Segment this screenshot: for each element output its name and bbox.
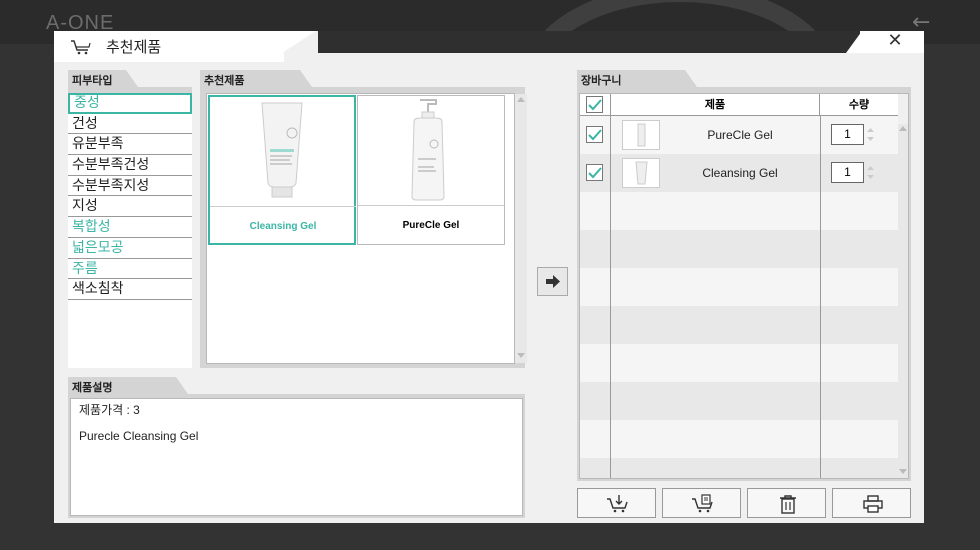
cart-download-icon xyxy=(607,495,628,513)
cart-item-name: PureCle Gel xyxy=(707,128,773,142)
skin-type-panel: 중성 건성 유분부족 수분부족건성 수분부족지성 지성 복합성 넓은모공 주름 … xyxy=(68,87,192,368)
skin-item-3[interactable]: 수분부족건성 xyxy=(68,155,192,176)
print-button[interactable] xyxy=(832,488,911,518)
row-checkbox[interactable] xyxy=(586,126,603,143)
cart-panel: 제품 수량 PureCle Gel 1 Cleansing Gel 1 xyxy=(577,87,911,481)
product-name: Cleansing Gel xyxy=(249,221,317,232)
tube-thumbnail xyxy=(622,158,660,188)
skin-item-1[interactable]: 건성 xyxy=(68,114,192,135)
skin-item-label: 색소침착 xyxy=(72,281,124,298)
empty-row xyxy=(580,382,898,420)
product-card-0[interactable]: Cleansing Gel xyxy=(208,95,356,245)
empty-row xyxy=(580,420,898,458)
skin-type-list: 중성 건성 유분부족 수분부족건성 수분부족지성 지성 복합성 넓은모공 주름 … xyxy=(68,93,192,300)
skin-item-label: 유분부족 xyxy=(72,136,124,153)
products-scrollbar[interactable] xyxy=(515,94,527,363)
product-description: Purecle Cleansing Gel xyxy=(79,429,199,443)
checkmark-icon xyxy=(588,99,602,111)
scroll-up-icon[interactable] xyxy=(517,97,525,102)
close-button[interactable]: ✕ xyxy=(884,31,906,51)
cart-tab: 장바구니 xyxy=(577,70,685,87)
skin-item-label: 주름 xyxy=(72,260,98,277)
pump-bottle-thumbnail xyxy=(622,120,660,150)
checkmark-icon xyxy=(588,129,602,141)
cart-tab-label: 장바구니 xyxy=(581,74,622,87)
pump-bottle-icon xyxy=(358,96,504,206)
skin-type-tab-label: 피부타입 xyxy=(72,74,113,87)
empty-row xyxy=(580,192,898,230)
cart-row[interactable]: Cleansing Gel 1 xyxy=(580,154,898,192)
empty-row xyxy=(580,230,898,268)
add-to-cart-button[interactable] xyxy=(537,267,568,296)
skin-item-9[interactable]: 색소침착 xyxy=(68,279,192,300)
scroll-down-icon[interactable] xyxy=(899,469,907,474)
product-name: PureCle Gel xyxy=(402,220,460,231)
scroll-down-icon[interactable] xyxy=(517,353,525,358)
quantity-input[interactable]: 1 xyxy=(831,162,864,183)
cart-icon xyxy=(70,39,92,59)
cart-table: 제품 수량 PureCle Gel 1 Cleansing Gel 1 xyxy=(579,93,909,479)
cart-download-button[interactable] xyxy=(577,488,656,518)
skin-item-label: 지성 xyxy=(72,198,98,215)
quantity-input[interactable]: 1 xyxy=(831,124,864,145)
delete-button[interactable] xyxy=(747,488,826,518)
scroll-up-icon[interactable] xyxy=(899,126,907,131)
cart-document-button[interactable] xyxy=(662,488,741,518)
skin-item-7[interactable]: 넓은모공 xyxy=(68,238,192,259)
products-panel: Cleansing Gel PureCle Gel xyxy=(200,87,527,368)
cart-row[interactable]: PureCle Gel 1 xyxy=(580,116,898,154)
cart-document-icon xyxy=(692,494,713,513)
column-header-qty: 수량 xyxy=(848,98,870,111)
dialog-title: 추천제품 xyxy=(106,38,162,56)
skin-item-label: 수분부족지성 xyxy=(72,177,150,194)
skin-item-label: 수분부족건성 xyxy=(72,157,150,174)
products-tab-label: 추천제품 xyxy=(204,74,245,87)
quantity-spinner[interactable] xyxy=(865,124,876,145)
product-price: 제품가격 : 3 xyxy=(79,403,140,417)
printer-icon xyxy=(863,495,883,513)
trash-icon xyxy=(780,495,796,514)
quantity-spinner[interactable] xyxy=(865,162,876,183)
skin-item-label: 넓은모공 xyxy=(72,239,124,256)
empty-row xyxy=(580,458,898,478)
description-tab: 제품설명 xyxy=(68,377,176,394)
select-all-checkbox[interactable] xyxy=(586,96,603,113)
skin-type-tab: 피부타입 xyxy=(68,70,126,87)
product-card-1[interactable]: PureCle Gel xyxy=(357,95,505,245)
products-tab: 추천제품 xyxy=(200,70,300,87)
skin-item-4[interactable]: 수분부족지성 xyxy=(68,176,192,197)
empty-row xyxy=(580,306,898,344)
checkmark-icon xyxy=(588,167,602,179)
arrow-right-icon xyxy=(546,275,560,288)
skin-item-5[interactable]: 지성 xyxy=(68,196,192,218)
skin-item-6[interactable]: 복합성 xyxy=(68,217,192,238)
cart-scrollbar[interactable] xyxy=(898,124,908,478)
skin-item-label: 중성 xyxy=(74,95,100,111)
empty-row xyxy=(580,268,898,306)
description-panel: 제품가격 : 3 Purecle Cleansing Gel xyxy=(68,394,525,518)
recommend-dialog: 추천제품 ✕ 피부타입 중성 건성 유분부족 수분부족건성 수분부족지성 지성 … xyxy=(54,31,924,523)
column-header-product: 제품 xyxy=(610,94,820,116)
skin-item-8[interactable]: 주름 xyxy=(68,259,192,280)
skin-item-0[interactable]: 중성 xyxy=(68,93,192,114)
skin-item-2[interactable]: 유분부족 xyxy=(68,134,192,156)
dialog-titlebar: 추천제품 ✕ xyxy=(54,31,924,62)
cart-header: 제품 수량 xyxy=(580,94,898,116)
cart-item-name: Cleansing Gel xyxy=(702,166,778,180)
skin-item-label: 건성 xyxy=(72,115,98,132)
empty-row xyxy=(580,344,898,382)
skin-item-label: 복합성 xyxy=(72,219,111,236)
row-checkbox[interactable] xyxy=(586,164,603,181)
description-tab-label: 제품설명 xyxy=(72,381,113,394)
tube-icon xyxy=(210,97,356,207)
